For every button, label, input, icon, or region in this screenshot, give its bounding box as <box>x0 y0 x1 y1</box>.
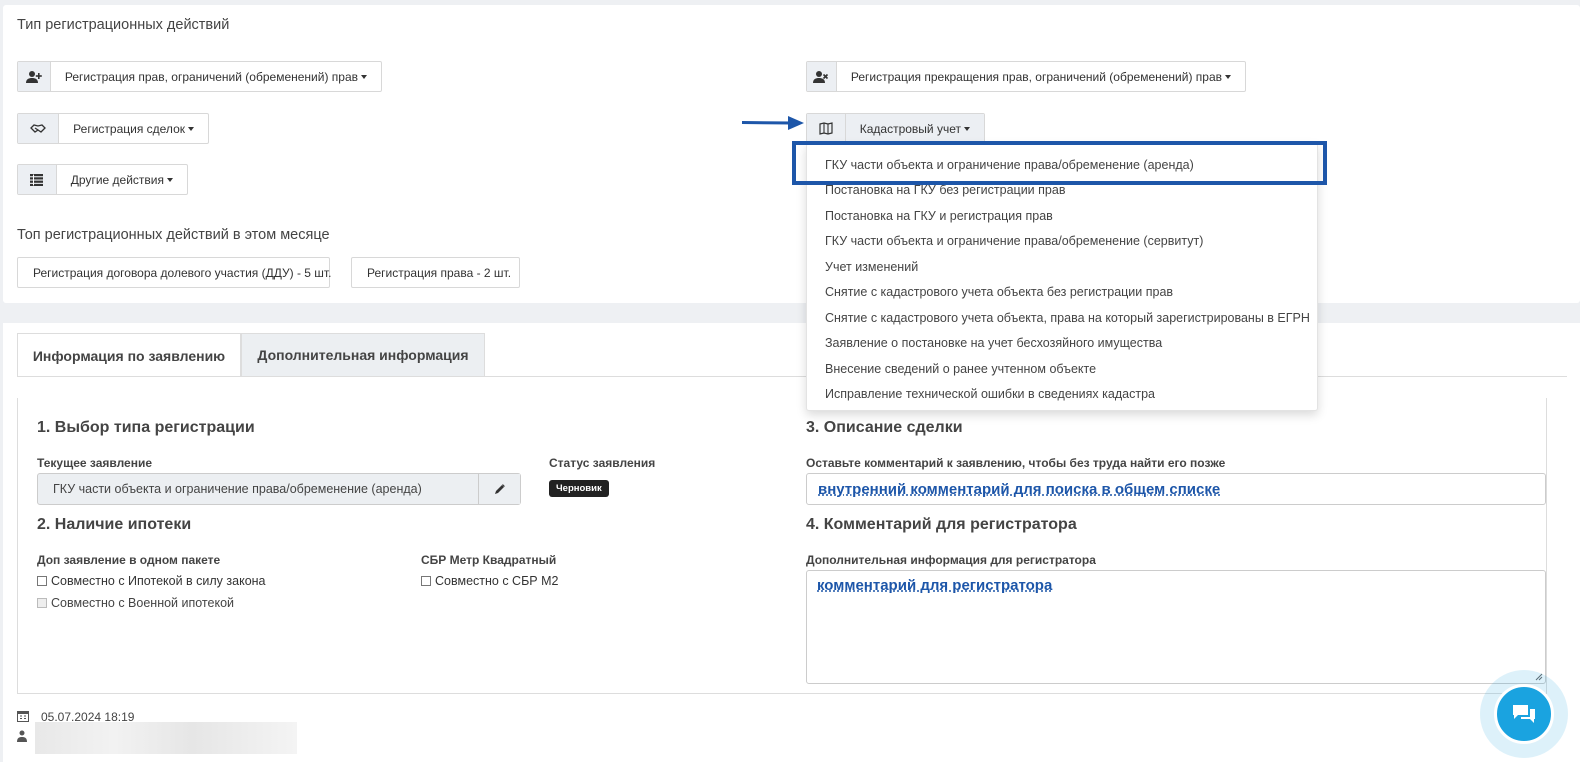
user-times-icon <box>807 62 837 91</box>
dropdown-item[interactable]: Постановка на ГКУ и регистрация прав <box>825 209 1053 223</box>
sbr-label: СБР Метр Квадратный <box>421 553 557 567</box>
calendar-icon <box>17 711 29 722</box>
mortgage-law-label: Совместно с Ипотекой в силу закона <box>51 574 266 588</box>
registrar-label: Дополнительная информация для регистрато… <box>806 553 1096 567</box>
section-4-title: 4. Комментарий для регистратора <box>806 516 1077 533</box>
chat-icon <box>1513 705 1535 723</box>
dropdown-item[interactable]: ГКУ части объекта и ограничение права/об… <box>825 234 1203 248</box>
user-plus-icon <box>18 62 51 91</box>
caret-down-icon <box>167 177 173 182</box>
dropdown-item[interactable]: Внесение сведений о ранее учтенном объек… <box>825 362 1096 376</box>
user-icon <box>17 730 27 742</box>
mortgage-law-checkbox[interactable]: Совместно с Ипотекой в силу закона <box>37 574 266 588</box>
list-icon <box>18 165 57 194</box>
pointer-arrow-icon <box>741 116 804 130</box>
top-action-chip[interactable]: Регистрация договора долевого участия (Д… <box>17 257 331 288</box>
rights-registration-label: Регистрация прав, ограничений (обременен… <box>64 69 358 84</box>
sbr-checkbox-label: Совместно с СБР М2 <box>435 574 559 588</box>
rights-registration-button[interactable]: Регистрация прав, ограничений (обременен… <box>17 61 382 92</box>
current-application-label: Текущее заявление <box>37 456 153 470</box>
dropdown-item[interactable]: Снятие с кадастрового учета объекта без … <box>825 285 1173 299</box>
package-label: Доп заявление в одном пакете <box>37 553 221 567</box>
tab-additional-info[interactable]: Дополнительная информация <box>241 333 485 377</box>
handshake-icon <box>18 114 60 143</box>
rights-termination-button[interactable]: Регистрация прекращения прав, ограничени… <box>806 61 1246 92</box>
dropdown-item[interactable]: Исправление технической ошибки в сведени… <box>825 387 1155 401</box>
sbr-checkbox[interactable]: Совместно с СБР М2 <box>421 574 558 588</box>
cadastral-registration-label: Кадастровый учет <box>859 121 961 136</box>
dropdown-item[interactable]: Заявление о постановке на учет бесхозяйн… <box>825 336 1162 350</box>
checkbox-icon <box>37 598 47 608</box>
dropdown-item[interactable]: Снятие с кадастрового учета объекта, пра… <box>825 311 1310 325</box>
current-application-field: ГКУ части объекта и ограничение права/об… <box>37 473 521 505</box>
cadastral-registration-button[interactable]: Кадастровый учет <box>806 113 985 144</box>
map-icon <box>807 114 846 143</box>
status-badge: Черновик <box>549 480 609 497</box>
top-action-chip[interactable]: Регистрация права - 2 шт. <box>351 257 520 288</box>
chat-button[interactable] <box>1494 684 1554 744</box>
section-3-title: 3. Описание сделки <box>806 419 963 436</box>
military-mortgage-label: Совместно с Военной ипотекой <box>51 596 235 610</box>
checkbox-icon <box>421 576 431 586</box>
caret-down-icon <box>361 74 367 79</box>
redacted-user-name <box>35 722 297 754</box>
section-2-title: 2. Наличие ипотеки <box>37 516 192 533</box>
checkbox-icon <box>37 576 47 586</box>
dropdown-item[interactable]: Постановка на ГКУ без регистрации прав <box>825 183 1065 197</box>
cadastral-dropdown-menu: ГКУ части объекта и ограничение права/об… <box>806 143 1318 411</box>
tab-application-info[interactable]: Информация по заявлению <box>17 333 241 377</box>
caret-down-icon <box>1225 74 1231 79</box>
caret-down-icon <box>188 126 194 131</box>
tab-divider <box>17 376 1567 377</box>
deals-registration-label: Регистрация сделок <box>73 121 185 136</box>
other-actions-label: Другие действия <box>70 172 164 187</box>
registrar-value: комментарий для регистратора <box>817 577 1053 594</box>
status-label: Статус заявления <box>549 456 656 470</box>
caret-down-icon <box>964 126 970 131</box>
comment-input[interactable]: внутренний комментарий для поиска в обще… <box>806 473 1546 505</box>
dropdown-item[interactable]: ГКУ части объекта и ограничение права/об… <box>825 158 1194 172</box>
section-1-title: 1. Выбор типа регистрации <box>37 419 255 436</box>
edit-button[interactable] <box>478 474 520 504</box>
registrar-textarea[interactable]: комментарий для регистратора <box>806 570 1546 684</box>
deals-registration-button[interactable]: Регистрация сделок <box>17 113 209 144</box>
registration-types-title: Тип регистрационных действий <box>17 17 230 33</box>
comment-value: внутренний комментарий для поиска в обще… <box>818 480 1221 498</box>
top-month-title: Топ регистрационных действий в этом меся… <box>17 227 330 243</box>
current-application-value: ГКУ части объекта и ограничение права/об… <box>53 482 422 496</box>
military-mortgage-checkbox[interactable]: Совместно с Военной ипотекой <box>37 596 234 610</box>
comment-label: Оставьте комментарий к заявлению, чтобы … <box>806 456 1226 470</box>
dropdown-item[interactable]: Учет изменений <box>825 260 918 274</box>
other-actions-button[interactable]: Другие действия <box>17 164 188 195</box>
rights-termination-label: Регистрация прекращения прав, ограничени… <box>850 69 1222 84</box>
pencil-icon <box>494 484 505 494</box>
